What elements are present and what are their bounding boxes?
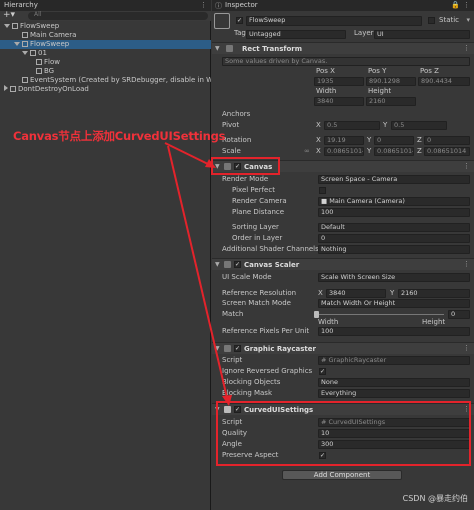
arrow-head-curved-ui [222,395,232,406]
annotation-text: Canvas节点上添加CurvedUISettings [13,129,226,143]
arrow-to-curved-ui [167,145,229,403]
watermark: CSDN @暴走约伯 [402,494,468,503]
annotation-arrows [164,142,232,406]
